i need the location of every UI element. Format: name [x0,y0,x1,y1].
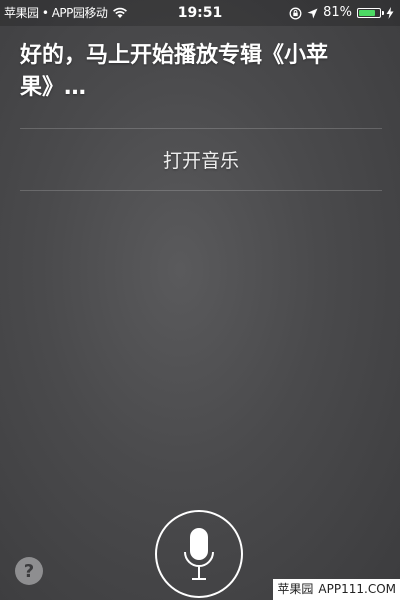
battery-fill [359,10,376,16]
location-arrow-icon [307,8,318,18]
siri-response-text: 好的，马上开始播放专辑《小苹果》… [20,43,329,100]
rotation-lock-icon [289,7,302,19]
watermark-site: APP111.COM [318,582,396,596]
siri-mic-button[interactable] [155,510,243,598]
charging-bolt-icon [386,7,394,19]
open-music-action[interactable]: 打开音乐 [20,128,382,190]
watermark: 苹果园 APP111.COM [273,579,400,600]
status-bar: 苹果园 • APP园移动 19:51 81% [0,0,400,26]
microphone-icon [184,528,214,580]
help-button[interactable]: ? [15,557,43,585]
divider-bottom [20,190,382,191]
battery-percent: 81% [323,5,352,20]
watermark-name: 苹果园 [277,582,314,596]
battery-icon [357,8,384,18]
status-right: 81% [289,0,394,26]
